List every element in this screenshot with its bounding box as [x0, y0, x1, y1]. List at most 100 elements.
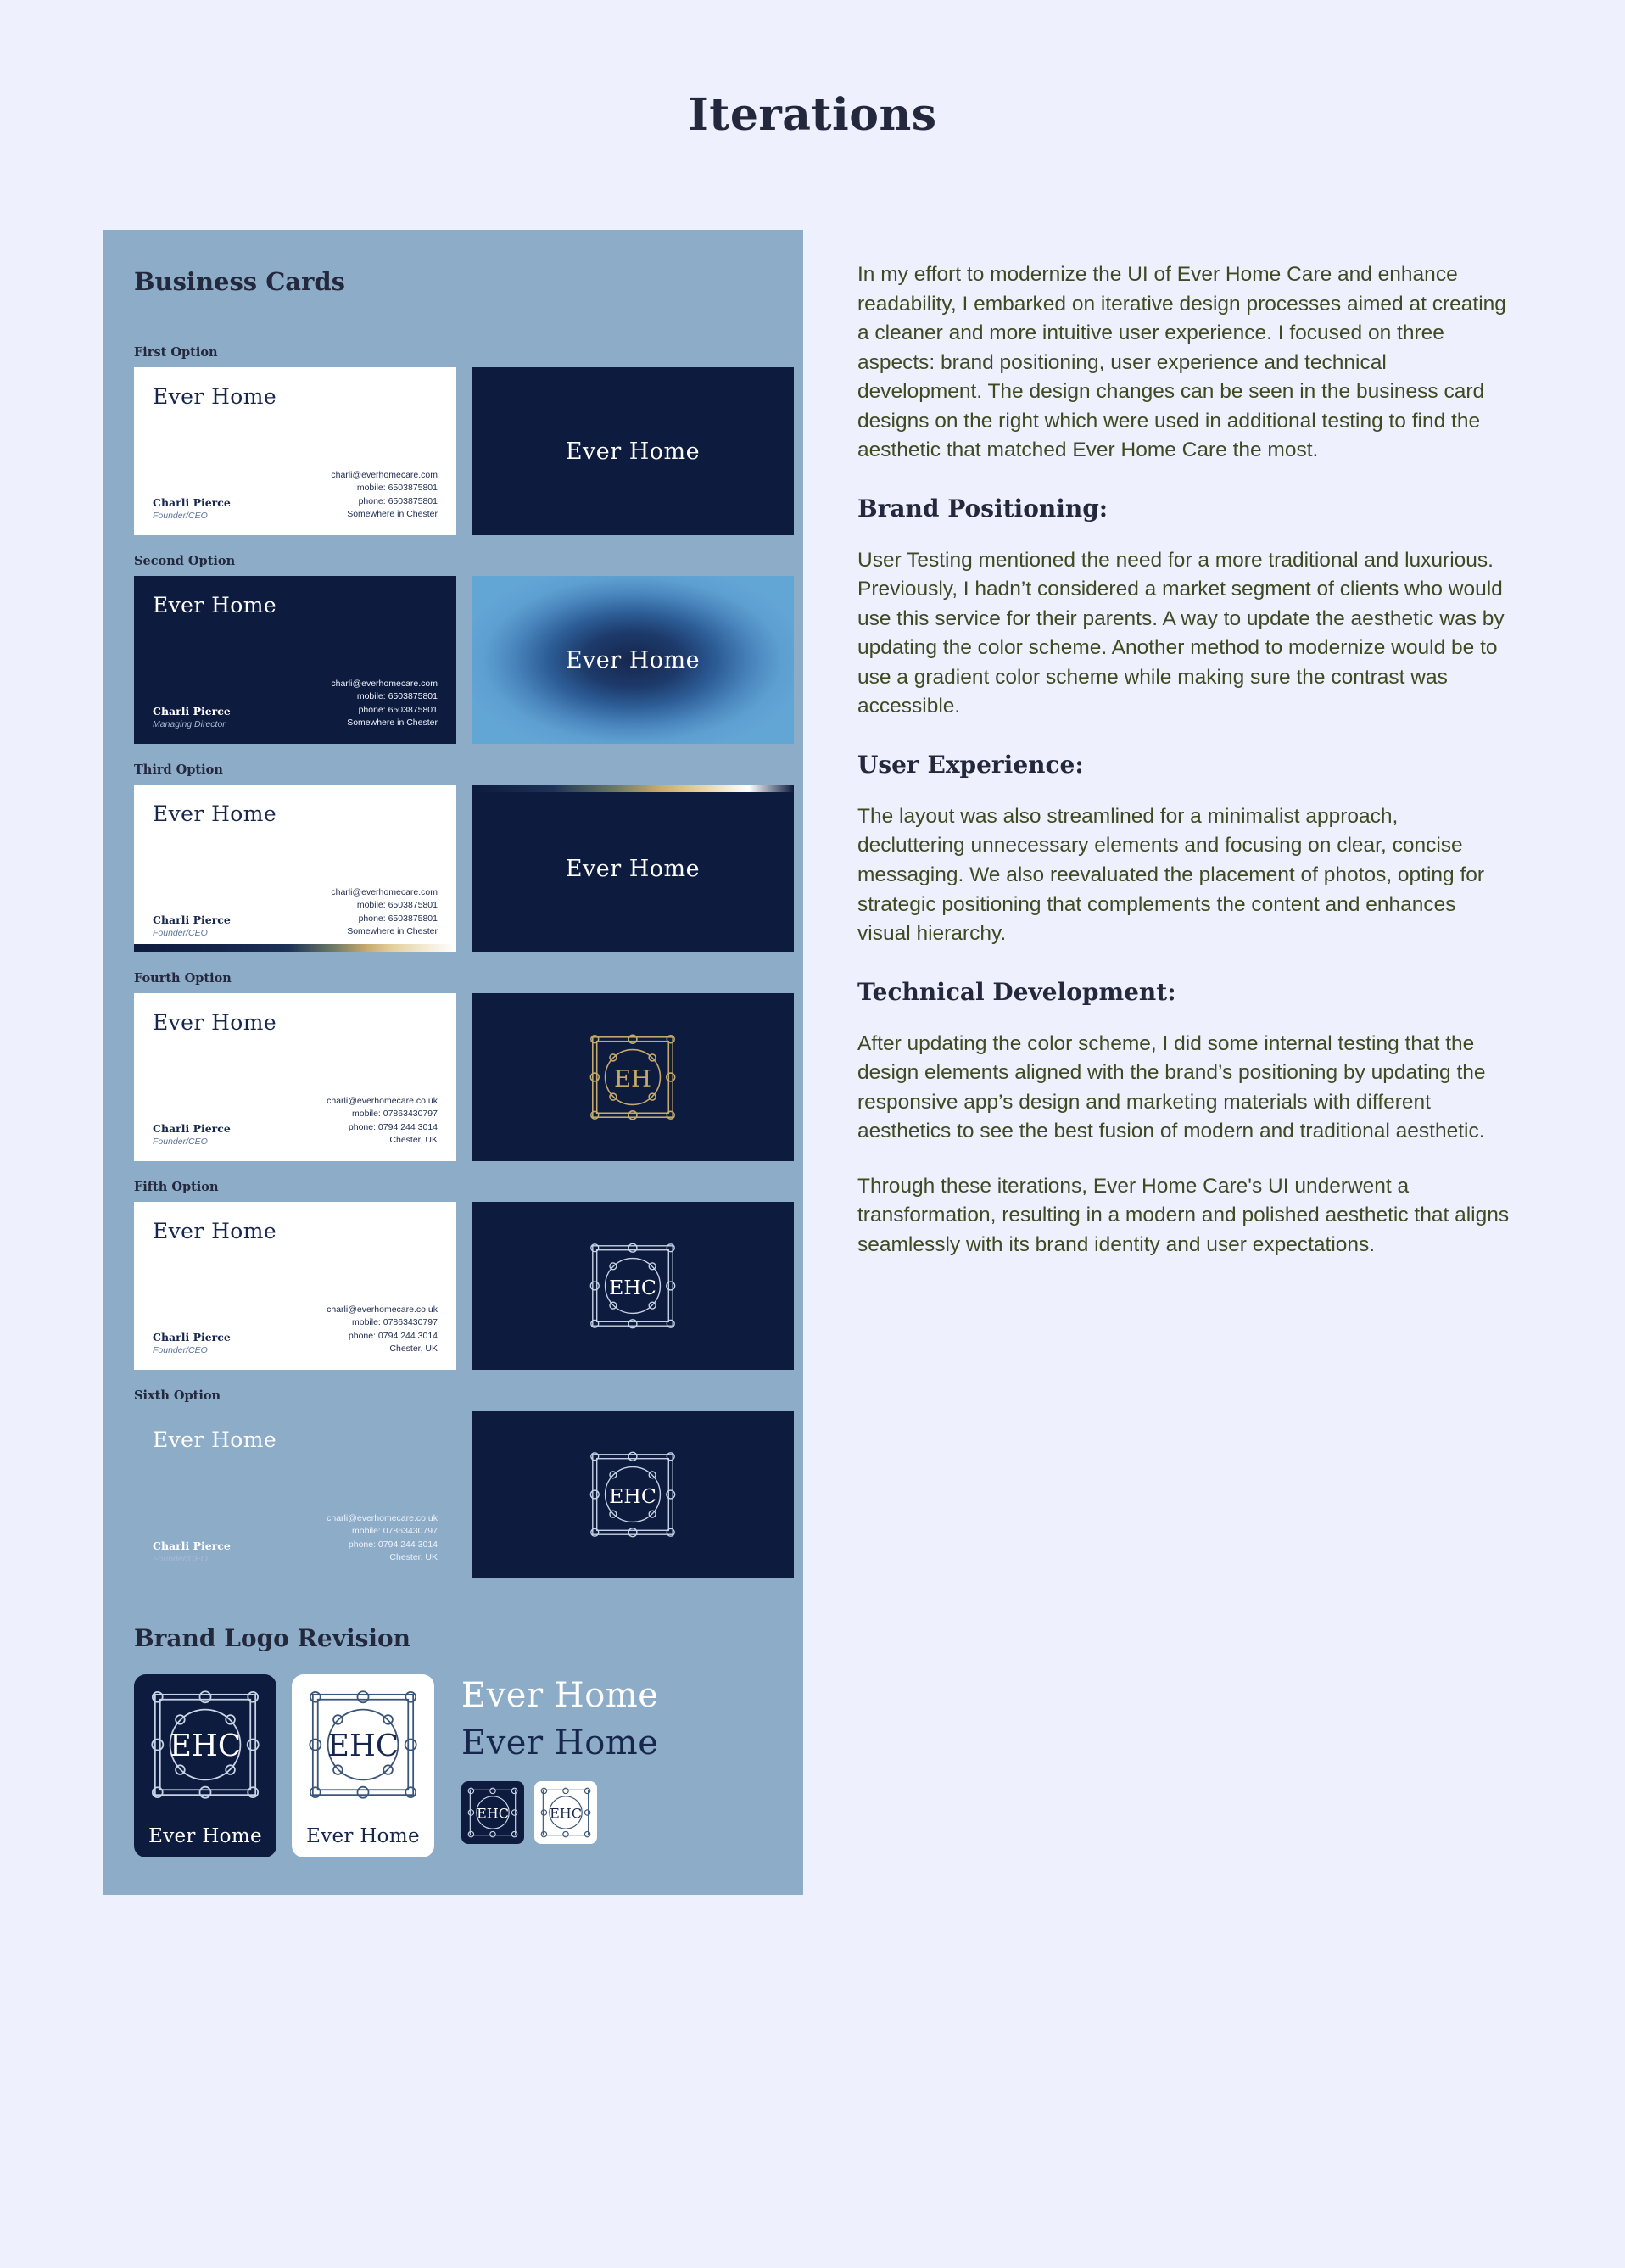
- business-card-front[interactable]: Ever Home Charli Pierce Founder/CEO char…: [134, 993, 456, 1161]
- card-back-brand: Ever Home: [565, 855, 701, 882]
- card-phone: phone: 6503875801: [358, 495, 438, 506]
- card-back-brand: Ever Home: [565, 646, 701, 673]
- business-card-back[interactable]: Ever Home: [472, 576, 794, 744]
- card-person-name: Charli Pierce: [153, 1539, 231, 1552]
- card-mobile: mobile: 07863430797: [351, 1109, 438, 1120]
- notes-heading-tech: Technical Development:: [857, 977, 1176, 1006]
- business-card-back[interactable]: EHC: [472, 1202, 794, 1370]
- business-card-back[interactable]: EH: [472, 993, 794, 1161]
- logo-card-navy[interactable]: EHC Ever Home: [134, 1674, 276, 1857]
- card-phone: phone: 0794 244 3014: [348, 1330, 438, 1341]
- business-card-front[interactable]: Ever Home Charli Pierce Managing Directo…: [134, 576, 456, 744]
- card-location: Chester, UK: [389, 1343, 438, 1355]
- notes-heading-brand: Brand Positioning:: [857, 494, 1108, 522]
- notes-intro: In my effort to modernize the UI of Ever…: [857, 263, 1506, 462]
- app-icon-row: EHC EHC: [461, 1781, 658, 1844]
- ornamental-monogram-icon: EHC: [540, 1787, 591, 1838]
- wordmark-white: Ever Home: [461, 1676, 659, 1715]
- card-person-name: Charli Pierce: [153, 1121, 231, 1135]
- ornamental-monogram-icon: EHC: [589, 1451, 676, 1538]
- card-phone: phone: 6503875801: [358, 913, 438, 924]
- card-email: charli@everhomecare.com: [331, 678, 438, 689]
- card-email: charli@everhomecare.co.uk: [327, 1512, 438, 1523]
- ornamental-monogram-icon: EHC: [467, 1787, 518, 1838]
- notes-body-tech: After updating the color scheme, I did s…: [857, 1031, 1486, 1143]
- business-card-back[interactable]: Ever Home: [472, 785, 794, 952]
- wordmark-navy: Ever Home: [461, 1723, 659, 1762]
- monogram-text: EHC: [327, 1729, 399, 1763]
- app-icon-navy[interactable]: EHC: [461, 1781, 524, 1844]
- card-person: Charli Pierce Founder/CEO: [153, 496, 231, 522]
- card-person: Charli Pierce Founder/CEO: [153, 1122, 231, 1148]
- monogram-text: EHC: [477, 1805, 509, 1821]
- card-location: Chester, UK: [389, 1552, 438, 1563]
- card-person-name: Charli Pierce: [153, 704, 231, 718]
- business-card-front[interactable]: Ever Home Charli Pierce Founder/CEO char…: [134, 1411, 456, 1578]
- card-location: Somewhere in Chester: [347, 509, 438, 520]
- app-icon-white[interactable]: EHC: [534, 1781, 597, 1844]
- card-options-list: First Option Ever Home Charli Pierce Fou…: [134, 345, 794, 1578]
- card-contact: charli@everhomecare.com mobile: 65038758…: [331, 886, 438, 939]
- notes-body-ux: The layout was also streamlined for a mi…: [857, 804, 1485, 946]
- brand-logo-heading: Brand Logo Revision: [134, 1624, 411, 1652]
- page-title: Iterations: [688, 89, 937, 141]
- gold-gradient-strip: [134, 944, 456, 952]
- card-option-fifth: Fifth Option Ever Home Charli Pierce Fou…: [134, 1180, 794, 1370]
- card-brand: Ever Home: [153, 384, 277, 409]
- notes-body-brand: User Testing mentioned the need for a mo…: [857, 548, 1505, 718]
- card-back-brand: Ever Home: [565, 438, 701, 465]
- card-brand: Ever Home: [153, 1427, 277, 1452]
- option-label: Second Option: [134, 554, 236, 568]
- card-brand: Ever Home: [153, 1219, 277, 1243]
- option-label: Fourth Option: [134, 971, 232, 986]
- ornamental-monogram-icon: EHC: [151, 1690, 260, 1799]
- card-mobile: mobile: 6503875801: [356, 900, 438, 911]
- card-option-sixth: Sixth Option Ever Home Charli Pierce Fou…: [134, 1388, 794, 1578]
- business-card-front[interactable]: Ever Home Charli Pierce Founder/CEO char…: [134, 367, 456, 535]
- card-brand: Ever Home: [153, 802, 277, 826]
- card-mobile: mobile: 07863430797: [351, 1317, 438, 1328]
- card-person-name: Charli Pierce: [153, 1330, 231, 1343]
- card-mobile: mobile: 6503875801: [356, 691, 438, 702]
- monogram-text: EHC: [609, 1484, 656, 1508]
- logo-variants-row: EHC Ever Home EHC Ever Home Ever Home Ev…: [134, 1674, 773, 1857]
- card-email: charli@everhomecare.co.uk: [327, 1095, 438, 1106]
- card-person-name: Charli Pierce: [153, 495, 231, 509]
- logo-card-name: Ever Home: [306, 1825, 420, 1847]
- monogram-text: EHC: [170, 1729, 241, 1763]
- card-contact: charli@everhomecare.co.uk mobile: 078634…: [327, 1304, 438, 1356]
- card-brand: Ever Home: [153, 593, 277, 617]
- notes-column: In my effort to modernize the UI of Ever…: [857, 230, 1511, 1285]
- card-person-role: Founder/CEO: [153, 1344, 208, 1355]
- card-mobile: mobile: 07863430797: [351, 1526, 438, 1537]
- card-location: Somewhere in Chester: [347, 926, 438, 937]
- card-person-role: Founder/CEO: [153, 1136, 208, 1147]
- business-card-back[interactable]: EHC: [472, 1411, 794, 1578]
- brand-logo-revision-section: Brand Logo Revision EHC Ever Home EHC Ev…: [134, 1624, 773, 1857]
- card-contact: charli@everhomecare.co.uk mobile: 078634…: [327, 1095, 438, 1148]
- card-email: charli@everhomecare.com: [331, 886, 438, 897]
- card-contact: charli@everhomecare.co.uk mobile: 078634…: [327, 1512, 438, 1565]
- card-option-second: Second Option Ever Home Charli Pierce Ma…: [134, 554, 794, 744]
- business-card-front[interactable]: Ever Home Charli Pierce Founder/CEO char…: [134, 1202, 456, 1370]
- notes-closing: Through these iterations, Ever Home Care…: [857, 1174, 1510, 1256]
- card-person: Charli Pierce Founder/CEO: [153, 913, 231, 939]
- card-mobile: mobile: 6503875801: [356, 483, 438, 494]
- card-phone: phone: 0794 244 3014: [348, 1539, 438, 1550]
- business-card-back[interactable]: Ever Home: [472, 367, 794, 535]
- ornamental-monogram-icon: EH: [589, 1034, 676, 1120]
- monogram-text: EH: [614, 1065, 651, 1092]
- business-card-front[interactable]: Ever Home Charli Pierce Founder/CEO char…: [134, 785, 456, 952]
- card-location: Chester, UK: [389, 1135, 438, 1146]
- notes-heading-ux: User Experience:: [857, 750, 1084, 779]
- ornamental-monogram-icon: EHC: [309, 1690, 417, 1799]
- wordmark-group: Ever Home Ever Home EHC EHC: [450, 1674, 658, 1844]
- option-label: First Option: [134, 345, 218, 360]
- card-person-role: Founder/CEO: [153, 510, 208, 521]
- option-row: Ever Home Charli Pierce Founder/CEO char…: [134, 993, 794, 1161]
- card-option-fourth: Fourth Option Ever Home Charli Pierce Fo…: [134, 971, 794, 1161]
- option-label: Sixth Option: [134, 1388, 221, 1403]
- option-label: Third Option: [134, 763, 223, 777]
- option-label: Fifth Option: [134, 1180, 219, 1194]
- logo-card-white[interactable]: EHC Ever Home: [292, 1674, 434, 1857]
